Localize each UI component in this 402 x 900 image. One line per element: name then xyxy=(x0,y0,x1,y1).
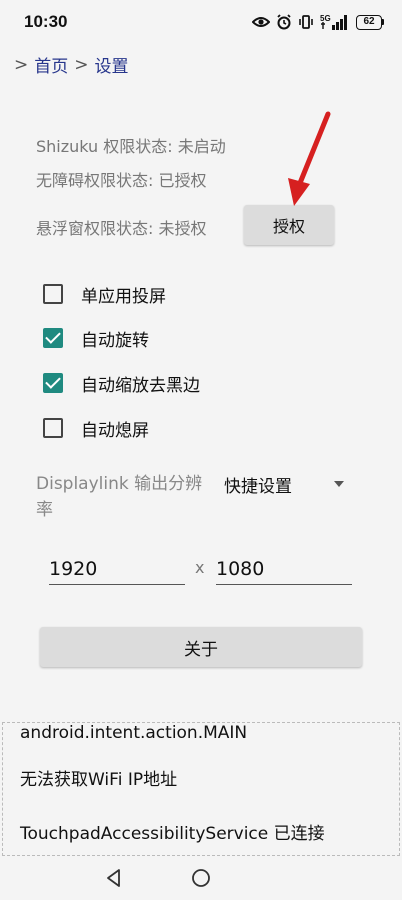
log-line: TouchpadAccessibilityService 已连接 xyxy=(20,824,325,844)
breadcrumb: > 首页 > 设置 xyxy=(14,52,129,78)
option-auto-scale-crop[interactable]: 自动缩放去黑边 xyxy=(43,371,200,396)
log-line: 无法获取WiFi IP地址 xyxy=(20,770,178,790)
option-single-app-cast[interactable]: 单应用投屏 xyxy=(43,282,166,307)
breadcrumb-current[interactable]: 设置 xyxy=(95,52,129,77)
battery-level: 62 xyxy=(356,14,382,30)
checkbox-auto-scale-crop[interactable] xyxy=(43,373,63,393)
breadcrumb-separator: > xyxy=(14,54,29,75)
option-auto-screen-off[interactable]: 自动熄屏 xyxy=(43,416,149,441)
home-icon[interactable] xyxy=(191,868,211,888)
resolution-preset-dropdown[interactable]: 快捷设置 xyxy=(224,470,354,498)
resolution-height-input[interactable] xyxy=(216,553,352,585)
grant-permission-button[interactable]: 授权 xyxy=(244,205,334,245)
annotation-arrow-icon xyxy=(288,111,331,206)
resolution-width-input[interactable] xyxy=(49,553,185,585)
displaylink-resolution-label: Displaylink 输出分辨率 xyxy=(36,474,203,520)
navigation-bar xyxy=(0,856,402,900)
dropdown-selected-value: 快捷设置 xyxy=(224,476,292,497)
shizuku-permission-status: Shizuku 权限状态: 未启动 xyxy=(36,137,226,156)
resolution-separator: x xyxy=(195,558,205,577)
option-auto-rotate[interactable]: 自动旋转 xyxy=(43,326,149,351)
eye-comfort-icon xyxy=(252,17,270,27)
network-type: 5G xyxy=(320,14,331,23)
log-line: android.intent.action.MAIN xyxy=(20,723,248,743)
alarm-icon xyxy=(277,14,291,30)
status-bar: 10:30 5G 62 xyxy=(0,0,402,44)
signal-icon: 5G xyxy=(320,14,347,30)
accessibility-permission-status: 无障碍权限状态: 已授权 xyxy=(36,171,207,190)
overlay-permission-status: 悬浮窗权限状态: 未授权 xyxy=(36,219,207,238)
option-label: 单应用投屏 xyxy=(81,286,166,307)
battery-icon: 62 xyxy=(356,14,384,30)
checkbox-auto-rotate[interactable] xyxy=(43,328,63,348)
dropdown-arrow-icon xyxy=(334,481,344,487)
about-button[interactable]: 关于 xyxy=(40,627,362,667)
option-label: 自动缩放去黑边 xyxy=(81,375,200,396)
breadcrumb-home-link[interactable]: 首页 xyxy=(34,52,68,77)
checkbox-single-app-cast[interactable] xyxy=(43,284,63,304)
option-label: 自动熄屏 xyxy=(81,420,149,441)
option-label: 自动旋转 xyxy=(81,330,149,351)
status-time: 10:30 xyxy=(24,12,68,31)
back-icon[interactable] xyxy=(104,868,124,888)
log-output: android.intent.action.MAIN 无法获取WiFi IP地址… xyxy=(2,722,400,856)
vibrate-icon xyxy=(299,15,313,29)
checkbox-auto-screen-off[interactable] xyxy=(43,418,63,438)
status-icons: 5G 62 xyxy=(252,13,384,31)
breadcrumb-separator: > xyxy=(74,54,89,75)
